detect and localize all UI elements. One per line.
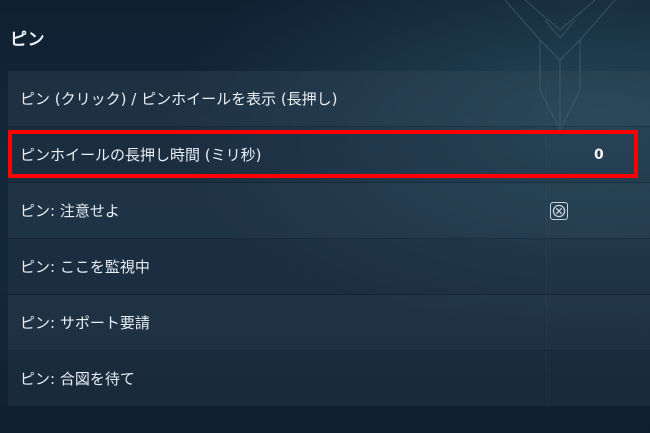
setting-row-pin-caution[interactable]: ピン: 注意せよ (8, 183, 650, 239)
hold-time-value[interactable]: 0 (594, 147, 604, 163)
setting-row-pin-watching[interactable]: ピン: ここを監視中 (8, 239, 650, 295)
setting-label: ピン: 合図を待て (20, 370, 135, 388)
setting-row-pin-display[interactable]: ピン (クリック) / ピンホイールを表示 (長押し) (8, 71, 650, 127)
setting-row-pin-support[interactable]: ピン: サポート要請 (8, 295, 650, 351)
settings-list: ピン (クリック) / ピンホイールを表示 (長押し) ピンホイールの長押し時間… (8, 71, 650, 407)
setting-label: ピン: サポート要請 (20, 314, 150, 332)
circle-x-icon[interactable] (550, 201, 568, 220)
setting-label: ピン (クリック) / ピンホイールを表示 (長押し) (20, 90, 338, 108)
section-title: ピン (10, 30, 45, 50)
setting-label: ピン: ここを監視中 (20, 258, 150, 276)
setting-row-pin-wait-signal[interactable]: ピン: 合図を待て (8, 351, 650, 407)
setting-label: ピン: 注意せよ (20, 202, 120, 220)
setting-label: ピンホイールの長押し時間 (ミリ秒) (20, 146, 262, 164)
setting-row-pinwheel-hold-time[interactable]: ピンホイールの長押し時間 (ミリ秒) 0 (8, 127, 650, 183)
